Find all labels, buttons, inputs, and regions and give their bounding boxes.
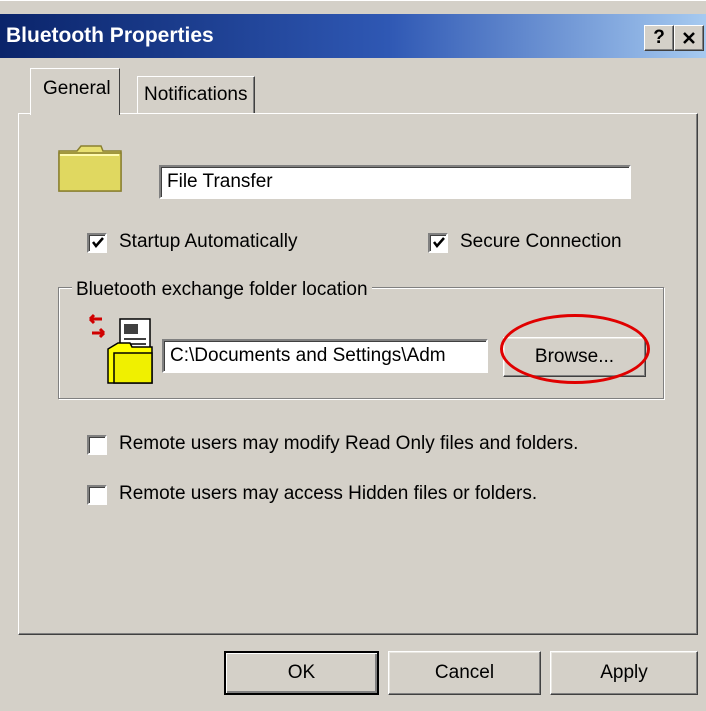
tab-notifications[interactable]: Notifications [137,76,255,114]
close-icon [683,32,695,44]
window-title: Bluetooth Properties [6,24,214,47]
secure-connection-checkbox[interactable] [428,233,448,253]
title-bar[interactable]: Bluetooth Properties ? [0,14,706,58]
close-button[interactable] [674,25,704,51]
access-hidden-label: Remote users may access Hidden files or … [119,483,538,504]
checkmark-icon [92,237,104,248]
cancel-button[interactable]: Cancel [388,651,541,695]
dialog-window: Bluetooth Properties ? Notifications Gen… [0,0,706,711]
browse-button[interactable]: Browse... [503,337,646,377]
modify-read-only-checkbox[interactable] [87,435,107,455]
startup-automatically-checkbox[interactable] [87,233,107,253]
checkmark-icon [433,237,445,248]
modify-read-only-label: Remote users may modify Read Only files … [119,433,579,454]
exchange-folder-path-field[interactable]: C:\Documents and Settings\Adm [162,339,488,373]
folder-icon [57,143,123,193]
startup-automatically-label: Startup Automatically [119,231,298,252]
apply-button[interactable]: Apply [550,651,698,695]
exchange-folder-group-label: Bluetooth exchange folder location [72,279,372,301]
access-hidden-checkbox[interactable] [87,485,107,505]
ok-button[interactable]: OK [224,651,379,695]
secure-connection-label: Secure Connection [460,231,622,252]
exchange-folder-icon [84,313,158,385]
tab-general[interactable]: General [30,68,120,115]
service-name-field[interactable]: File Transfer [159,165,631,199]
help-button[interactable]: ? [644,25,674,51]
